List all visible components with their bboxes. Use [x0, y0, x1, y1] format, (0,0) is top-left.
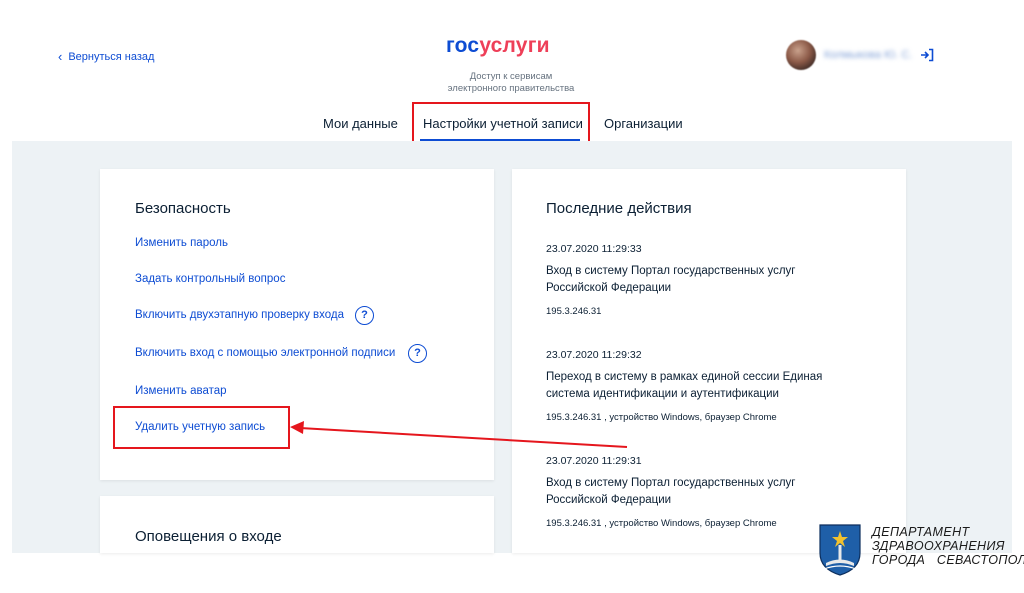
sevastopol-emblem-icon [819, 524, 861, 576]
department-line-2: ЗДРАВООХРАНЕНИЯ [872, 539, 1005, 553]
department-watermark: ДЕПАРТАМЕНТ ЗДРАВООХРАНЕНИЯ ГОРОДА СЕВАС… [818, 523, 1024, 577]
department-name: ДЕПАРТАМЕНТ ЗДРАВООХРАНЕНИЯ ГОРОДА СЕВАС… [872, 525, 1024, 567]
department-line-3: ГОРОДА СЕВАСТОПОЛЯ [872, 553, 1024, 567]
department-line-1: ДЕПАРТАМЕНТ [872, 525, 970, 539]
annotation-arrow [290, 421, 628, 448]
